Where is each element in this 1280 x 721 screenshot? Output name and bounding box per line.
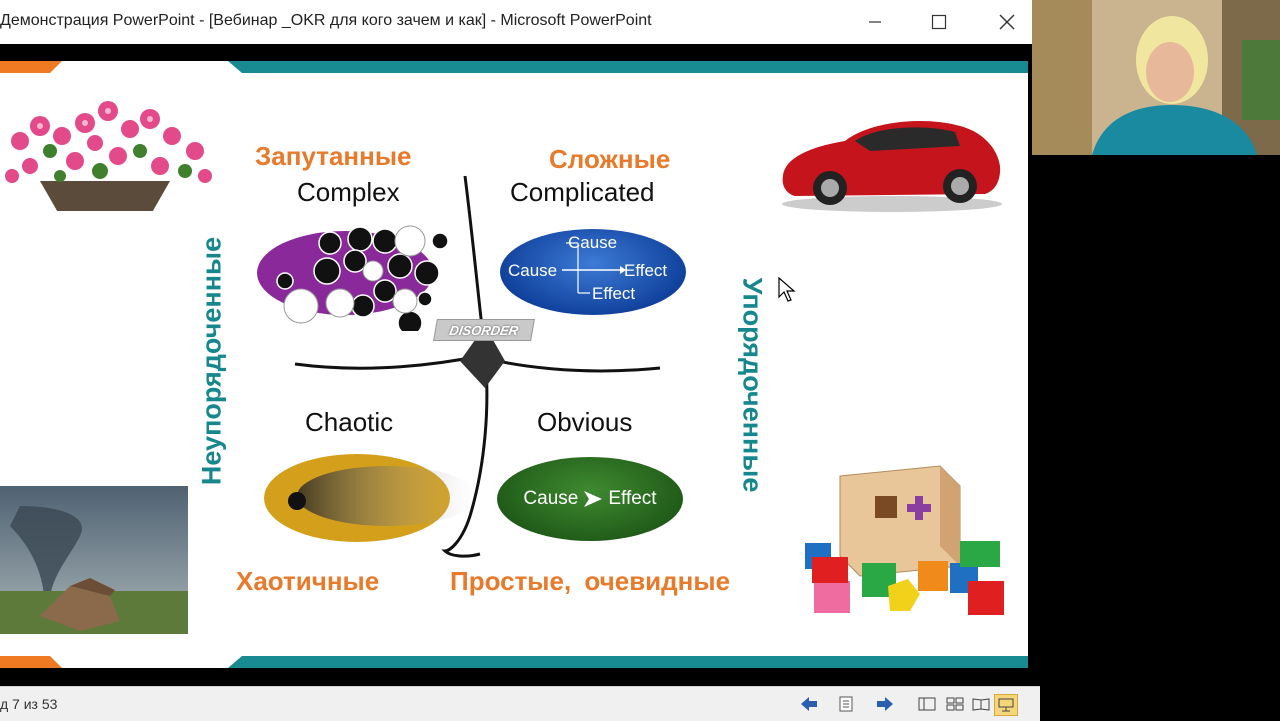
previous-slide-icon [801,697,817,711]
obvious-effect: Effect [608,488,657,509]
obvious-cause: Cause [523,488,579,509]
flower-basket-image [5,101,212,211]
red-car-image [782,121,1002,212]
slideshow-icon [998,698,1014,712]
orange-accent-bottom [0,656,62,668]
shape-sorter-toy-image [805,465,1004,615]
slide-sorter-icon [946,697,964,711]
teal-bar-top [228,61,1028,73]
slide-menu-icon [839,696,853,712]
complicated-arrows [562,242,626,294]
minimize-button[interactable] [852,0,898,44]
next-slide-icon [877,697,893,711]
close-button[interactable] [984,0,1030,44]
statusbar: д 7 из 53 [0,686,1040,721]
arrow-right-icon [584,491,603,507]
normal-view-button[interactable] [916,694,938,714]
chaotic-disorder-image [264,454,477,542]
slide-counter: д 7 из 53 [0,696,58,712]
reading-view-icon [972,698,990,711]
presenter-webcam [1032,0,1280,155]
slide-menu-button[interactable] [836,694,858,714]
side-label-ordered: Упорядоченные [737,277,768,493]
complex-cause-effect-cloud [257,225,449,331]
presenter-video-image [1032,0,1280,155]
quadrant-chaotic-ru: Хаотичные [236,566,380,596]
maximize-button[interactable] [916,0,962,44]
window-titlebar: Демонстрация PowerPoint - [Вебинар _OKR … [0,0,1032,44]
quadrant-obvious-ru: Простые, очевидные [450,566,731,596]
tornado-image [0,486,188,634]
window-title: Демонстрация PowerPoint - [Вебинар _OKR … [0,12,652,29]
orange-accent-top [0,61,62,73]
slide[interactable]: Запутанные Complex Сложные Complicated C… [0,61,1028,668]
teal-bar-bottom [228,656,1028,668]
minimize-icon [869,21,881,23]
obvious-cause-effect-diagram: Cause Effect [497,457,683,541]
normal-view-icon [918,697,936,711]
side-label-unordered: Неупорядоченные [196,236,227,486]
next-slide-button[interactable] [874,694,896,714]
mouse-pointer-icon [778,277,796,302]
previous-slide-button[interactable] [798,694,820,714]
slideshow-button[interactable] [994,694,1018,716]
close-icon [999,14,1015,30]
reading-view-button[interactable] [970,694,992,714]
maximize-icon [931,14,947,30]
disorder-label: DISORDER [448,322,520,338]
complicated-cause-effect-diagram: Cause Cause Effect Effect [500,229,686,315]
slide-sorter-button[interactable] [944,694,966,714]
slideshow-area[interactable]: Запутанные Complex Сложные Complicated C… [0,44,1040,686]
